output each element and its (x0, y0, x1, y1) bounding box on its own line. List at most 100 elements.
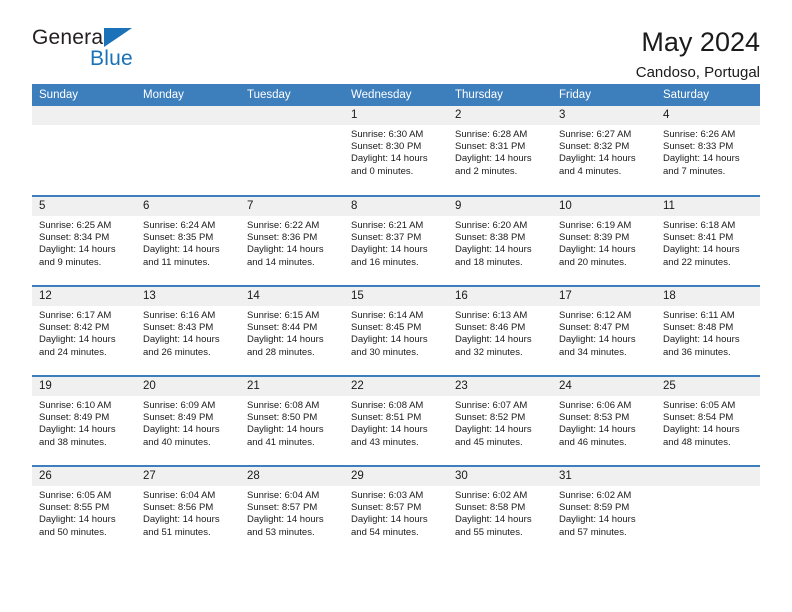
day-number: 18 (656, 287, 760, 306)
daylight-text-line1: Daylight: 14 hours (559, 244, 636, 256)
weekday-header-tuesday: Tuesday (240, 84, 344, 106)
sunrise-text: Sunrise: 6:05 AM (663, 400, 736, 411)
day-cell-content: 21 Sunrise: 6:08 AM Sunset: 8:50 PM Dayligh… (240, 377, 344, 465)
calendar-day-cell[interactable]: 10 Sunrise: 6:19 AM Sunset: 8:39 PM Dayligh… (552, 195, 656, 286)
day-sun-info: Sunrise: 6:22 AM Sunset: 8:36 PM Daylight:… (240, 216, 344, 269)
calendar-body: 1 Sunrise: 6:30 AM Sunset: 8:30 PM Daylight… (32, 106, 760, 556)
day-cell-content: 8 Sunrise: 6:21 AM Sunset: 8:37 PM Daylight… (344, 197, 448, 285)
sunset-text: Sunset: 8:42 PM (39, 322, 110, 334)
calendar-day-cell[interactable]: 17 Sunrise: 6:12 AM Sunset: 8:47 PM Dayligh… (552, 285, 656, 376)
sunrise-text: Sunrise: 6:08 AM (351, 400, 424, 411)
daylight-text-line2: and 2 minutes. (455, 165, 518, 177)
calendar-day-cell[interactable]: 5 Sunrise: 6:25 AM Sunset: 8:34 PM Daylight… (32, 195, 136, 286)
calendar-day-cell[interactable]: 2 Sunrise: 6:28 AM Sunset: 8:31 PM Daylight… (448, 106, 552, 196)
day-number: 9 (448, 197, 552, 216)
calendar-day-cell[interactable]: 23 Sunrise: 6:07 AM Sunset: 8:52 PM Dayligh… (448, 375, 552, 466)
calendar-day-cell[interactable]: 20 Sunrise: 6:09 AM Sunset: 8:49 PM Dayligh… (136, 375, 240, 466)
calendar-day-cell[interactable]: 30 Sunrise: 6:02 AM Sunset: 8:58 PM Dayligh… (448, 465, 552, 556)
calendar-day-cell[interactable]: 27 Sunrise: 6:04 AM Sunset: 8:56 PM Dayligh… (136, 465, 240, 556)
sunset-text: Sunset: 8:41 PM (663, 232, 734, 244)
day-number: 29 (344, 467, 448, 486)
daylight-text-line1: Daylight: 14 hours (663, 424, 740, 436)
sunrise-text: Sunrise: 6:19 AM (559, 220, 632, 231)
calendar-day-cell[interactable]: 31 Sunrise: 6:02 AM Sunset: 8:59 PM Dayligh… (552, 465, 656, 556)
day-sun-info: Sunrise: 6:02 AM Sunset: 8:58 PM Daylight:… (448, 486, 552, 539)
daylight-text-line2: and 40 minutes. (143, 436, 211, 448)
daylight-text-line2: and 45 minutes. (455, 436, 523, 448)
sunset-text: Sunset: 8:39 PM (559, 232, 630, 244)
daylight-text-line1: Daylight: 14 hours (39, 244, 116, 256)
calendar-day-cell[interactable]: 14 Sunrise: 6:15 AM Sunset: 8:44 PM Dayligh… (240, 285, 344, 376)
daylight-text-line2: and 16 minutes. (351, 256, 419, 268)
sunset-text: Sunset: 8:59 PM (559, 502, 630, 514)
day-cell-content: 27 Sunrise: 6:04 AM Sunset: 8:56 PM Dayligh… (136, 467, 240, 555)
calendar-day-cell[interactable]: 19 Sunrise: 6:10 AM Sunset: 8:49 PM Dayligh… (32, 375, 136, 466)
sunset-text: Sunset: 8:53 PM (559, 412, 630, 424)
calendar-day-cell[interactable]: 16 Sunrise: 6:13 AM Sunset: 8:46 PM Dayligh… (448, 285, 552, 376)
sunrise-text: Sunrise: 6:21 AM (351, 220, 424, 231)
sunrise-text: Sunrise: 6:07 AM (455, 400, 528, 411)
sunrise-text: Sunrise: 6:15 AM (247, 310, 320, 321)
general-blue-logo[interactable]: General Blue (32, 26, 162, 74)
day-number: 1 (344, 106, 448, 125)
day-sun-info: Sunrise: 6:28 AM Sunset: 8:31 PM Daylight:… (448, 125, 552, 178)
calendar-day-cell[interactable]: 6 Sunrise: 6:24 AM Sunset: 8:35 PM Daylight… (136, 195, 240, 286)
calendar-day-cell[interactable]: 8 Sunrise: 6:21 AM Sunset: 8:37 PM Daylight… (344, 195, 448, 286)
calendar-table: Sunday Monday Tuesday Wednesday Thursday… (32, 84, 760, 556)
sunset-text: Sunset: 8:36 PM (247, 232, 318, 244)
calendar-day-cell[interactable]: 9 Sunrise: 6:20 AM Sunset: 8:38 PM Daylight… (448, 195, 552, 286)
day-number (32, 106, 136, 125)
daylight-text-line1: Daylight: 14 hours (455, 153, 532, 165)
day-sun-info: Sunrise: 6:04 AM Sunset: 8:56 PM Daylight:… (136, 486, 240, 539)
calendar-day-cell[interactable]: 18 Sunrise: 6:11 AM Sunset: 8:48 PM Dayligh… (656, 285, 760, 376)
calendar-day-cell[interactable]: 22 Sunrise: 6:08 AM Sunset: 8:51 PM Dayligh… (344, 375, 448, 466)
day-number: 26 (32, 467, 136, 486)
daylight-text-line2: and 18 minutes. (455, 256, 523, 268)
daylight-text-line2: and 55 minutes. (455, 526, 523, 538)
daylight-text-line1: Daylight: 14 hours (351, 244, 428, 256)
day-number (240, 106, 344, 125)
day-cell-content: 9 Sunrise: 6:20 AM Sunset: 8:38 PM Daylight… (448, 197, 552, 285)
day-cell-content: 7 Sunrise: 6:22 AM Sunset: 8:36 PM Daylight… (240, 197, 344, 285)
daylight-text-line2: and 36 minutes. (663, 346, 731, 358)
calendar-day-cell[interactable]: 7 Sunrise: 6:22 AM Sunset: 8:36 PM Daylight… (240, 195, 344, 286)
day-cell-content: 12 Sunrise: 6:17 AM Sunset: 8:42 PM Dayligh… (32, 287, 136, 375)
daylight-text-line1: Daylight: 14 hours (39, 334, 116, 346)
calendar-day-cell[interactable]: 25 Sunrise: 6:05 AM Sunset: 8:54 PM Dayligh… (656, 375, 760, 466)
day-sun-info: Sunrise: 6:26 AM Sunset: 8:33 PM Daylight:… (656, 125, 760, 178)
day-cell-content: 26 Sunrise: 6:05 AM Sunset: 8:55 PM Dayligh… (32, 467, 136, 555)
calendar-day-cell[interactable]: 29 Sunrise: 6:03 AM Sunset: 8:57 PM Dayligh… (344, 465, 448, 556)
day-number: 7 (240, 197, 344, 216)
calendar-day-cell[interactable]: 4 Sunrise: 6:26 AM Sunset: 8:33 PM Daylight… (656, 106, 760, 196)
daylight-text-line1: Daylight: 14 hours (455, 244, 532, 256)
daylight-text-line1: Daylight: 14 hours (351, 514, 428, 526)
daylight-text-line2: and 7 minutes. (663, 165, 726, 177)
day-sun-info: Sunrise: 6:14 AM Sunset: 8:45 PM Daylight:… (344, 306, 448, 359)
sunset-text: Sunset: 8:35 PM (143, 232, 214, 244)
daylight-text-line1: Daylight: 14 hours (247, 244, 324, 256)
daylight-text-line2: and 43 minutes. (351, 436, 419, 448)
day-sun-info: Sunrise: 6:05 AM Sunset: 8:55 PM Daylight:… (32, 486, 136, 539)
calendar-day-cell[interactable]: 3 Sunrise: 6:27 AM Sunset: 8:32 PM Daylight… (552, 106, 656, 196)
calendar-day-cell[interactable]: 1 Sunrise: 6:30 AM Sunset: 8:30 PM Daylight… (344, 106, 448, 196)
sunrise-text: Sunrise: 6:16 AM (143, 310, 216, 321)
day-cell-content: 28 Sunrise: 6:04 AM Sunset: 8:57 PM Dayligh… (240, 467, 344, 555)
calendar-day-cell[interactable]: 24 Sunrise: 6:06 AM Sunset: 8:53 PM Dayligh… (552, 375, 656, 466)
calendar-day-cell[interactable]: 28 Sunrise: 6:04 AM Sunset: 8:57 PM Dayligh… (240, 465, 344, 556)
sunrise-text: Sunrise: 6:25 AM (39, 220, 112, 231)
day-sun-info: Sunrise: 6:06 AM Sunset: 8:53 PM Daylight:… (552, 396, 656, 449)
calendar-day-cell[interactable]: 13 Sunrise: 6:16 AM Sunset: 8:43 PM Dayligh… (136, 285, 240, 376)
calendar-day-cell[interactable]: 12 Sunrise: 6:17 AM Sunset: 8:42 PM Dayligh… (32, 285, 136, 376)
day-number: 17 (552, 287, 656, 306)
day-sun-info: Sunrise: 6:09 AM Sunset: 8:49 PM Daylight:… (136, 396, 240, 449)
day-number: 20 (136, 377, 240, 396)
day-number: 31 (552, 467, 656, 486)
calendar-day-cell[interactable]: 15 Sunrise: 6:14 AM Sunset: 8:45 PM Dayligh… (344, 285, 448, 376)
calendar-day-cell[interactable]: 11 Sunrise: 6:18 AM Sunset: 8:41 PM Dayligh… (656, 195, 760, 286)
sunset-text: Sunset: 8:49 PM (39, 412, 110, 424)
day-cell-content: 19 Sunrise: 6:10 AM Sunset: 8:49 PM Dayligh… (32, 377, 136, 465)
sunrise-text: Sunrise: 6:02 AM (559, 490, 632, 501)
calendar-day-cell[interactable]: 21 Sunrise: 6:08 AM Sunset: 8:50 PM Dayligh… (240, 375, 344, 466)
calendar-day-cell[interactable]: 26 Sunrise: 6:05 AM Sunset: 8:55 PM Dayligh… (32, 465, 136, 556)
day-number: 22 (344, 377, 448, 396)
